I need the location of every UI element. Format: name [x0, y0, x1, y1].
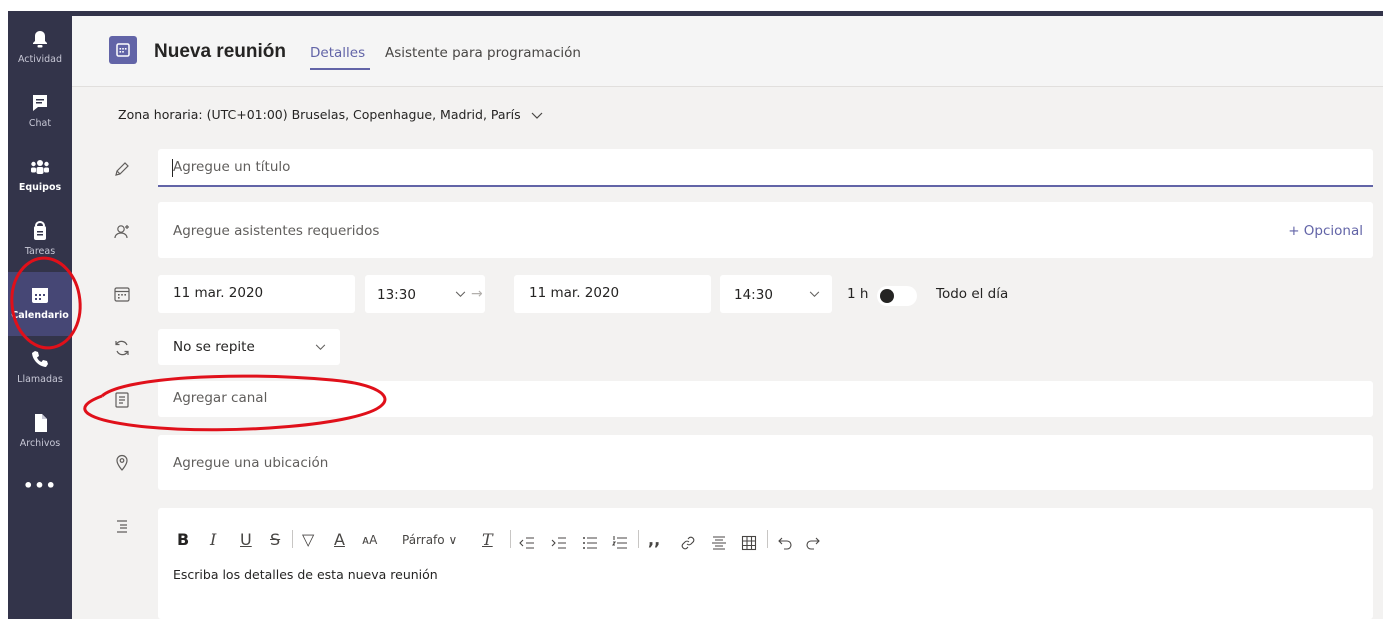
toolbar-divider — [292, 530, 293, 548]
more-apps-button[interactable]: ••• — [8, 476, 72, 495]
title-placeholder: Agregue un título — [173, 159, 291, 175]
start-time-select[interactable]: 13:30 — [365, 275, 485, 313]
chevron-down-icon — [455, 291, 466, 297]
font-size-button[interactable]: ᴀA — [362, 529, 377, 551]
channel-input[interactable]: Agregar canal — [158, 381, 1373, 417]
underline-button[interactable]: U — [240, 529, 252, 551]
chevron-down-icon — [809, 291, 820, 297]
attendees-input[interactable]: Agregue asistentes requeridos + Opcional — [158, 202, 1373, 258]
location-placeholder: Agregue una ubicación — [173, 455, 329, 471]
tasks-icon — [34, 220, 46, 240]
channel-placeholder: Agregar canal — [173, 390, 268, 406]
tab-scheduling-assistant[interactable]: Asistente para programación — [385, 45, 581, 61]
link-icon[interactable] — [680, 532, 696, 554]
rail-label-chat: Chat — [28, 118, 52, 129]
quote-button[interactable]: ,, — [648, 529, 660, 551]
toolbar-divider — [510, 530, 511, 548]
start-date-value: 11 mar. 2020 — [173, 285, 264, 301]
rail-label-calendar: Calendario — [11, 310, 69, 321]
timezone-label: Zona horaria: (UTC+01:00) Bruselas, Cope… — [118, 107, 521, 122]
location-input[interactable]: Agregue una ubicación — [158, 435, 1373, 490]
rail-label-teams: Equipos — [18, 182, 62, 193]
end-time-value: 14:30 — [734, 287, 773, 303]
rail-item-chat[interactable]: Chat — [8, 80, 72, 144]
calendar-icon — [32, 288, 48, 303]
toolbar-divider — [638, 530, 639, 548]
numbered-list-icon[interactable] — [612, 532, 628, 554]
rail-label-activity: Actividad — [17, 54, 63, 65]
repeat-value: No se repite — [173, 339, 255, 355]
file-icon — [35, 414, 47, 432]
rail-item-calls[interactable]: Llamadas — [8, 336, 72, 400]
repeat-icon — [115, 340, 129, 356]
rail-label-tasks: Tareas — [24, 246, 56, 257]
chat-icon — [33, 95, 47, 111]
meeting-form: Nueva reunión Detalles Asistente para pr… — [72, 16, 1383, 619]
calendar-icon — [114, 287, 130, 302]
paragraph-label: Párrafo — [402, 533, 445, 547]
header-divider — [72, 86, 1383, 87]
timezone-selector[interactable]: Zona horaria: (UTC+01:00) Bruselas, Cope… — [118, 107, 543, 122]
rail-item-calendar[interactable]: Calendario — [8, 272, 72, 336]
end-date-value: 11 mar. 2020 — [529, 285, 620, 301]
window-top-edge — [0, 0, 1383, 16]
attendees-placeholder: Agregue asistentes requeridos — [173, 223, 380, 239]
title-input[interactable]: Agregue un título — [158, 149, 1373, 187]
clear-format-button[interactable]: T — [482, 529, 493, 551]
rail-label-calls: Llamadas — [17, 374, 63, 385]
toolbar-divider — [767, 530, 768, 548]
paragraph-select[interactable]: Párrafo ∨ — [402, 529, 457, 551]
teams-icon — [31, 160, 49, 174]
app-rail: Actividad Chat Equipos Tareas Calendario… — [8, 16, 72, 619]
rail-label-files: Archivos — [19, 438, 61, 449]
end-time-select[interactable]: 14:30 — [720, 275, 832, 313]
rail-item-activity[interactable]: Actividad — [8, 16, 72, 80]
phone-icon — [32, 351, 48, 367]
details-editor[interactable] — [158, 508, 1373, 619]
bullet-list-icon[interactable] — [582, 532, 598, 554]
start-time-value: 13:30 — [377, 287, 416, 303]
channel-icon — [115, 392, 129, 408]
page-title: Nueva reunión — [154, 41, 286, 62]
strikethrough-button[interactable]: S — [270, 529, 280, 551]
font-color-button[interactable]: A — [334, 529, 345, 551]
chevron-down-icon — [531, 112, 543, 119]
indent-icon[interactable] — [551, 532, 567, 554]
details-placeholder: Escriba los detalles de esta nueva reuni… — [173, 567, 438, 582]
redo-icon[interactable] — [805, 532, 821, 554]
meeting-header: Nueva reunión Detalles Asistente para pr… — [72, 16, 1383, 86]
bold-button[interactable]: B — [177, 529, 189, 551]
tab-details[interactable]: Detalles — [310, 45, 365, 61]
outdent-icon[interactable] — [519, 532, 535, 554]
highlight-icon[interactable]: ▽ — [302, 529, 314, 551]
undo-icon[interactable] — [777, 532, 793, 554]
all-day-toggle[interactable] — [877, 286, 917, 306]
location-pin-icon — [116, 454, 128, 471]
add-person-icon — [114, 225, 129, 239]
rail-item-files[interactable]: Archivos — [8, 400, 72, 464]
start-date-picker[interactable]: 11 mar. 2020 — [158, 275, 355, 313]
end-date-picker[interactable]: 11 mar. 2020 — [514, 275, 711, 313]
chevron-down-icon — [315, 344, 326, 350]
bell-icon — [33, 31, 47, 48]
rail-item-tasks[interactable]: Tareas — [8, 208, 72, 272]
duration-label: 1 h — [847, 286, 869, 302]
optional-attendees-link[interactable]: + Opcional — [1288, 223, 1363, 239]
horizontal-rule-icon[interactable] — [711, 532, 727, 554]
arrow-right-icon: → — [471, 286, 483, 302]
pencil-icon — [115, 162, 129, 176]
all-day-label: Todo el día — [936, 286, 1009, 302]
list-details-icon — [117, 520, 127, 533]
active-tab-indicator — [310, 68, 370, 70]
rail-item-teams[interactable]: Equipos — [8, 144, 72, 208]
italic-button[interactable]: I — [210, 529, 216, 551]
table-icon[interactable] — [741, 532, 757, 554]
repeat-select[interactable]: No se repite — [158, 329, 340, 365]
calendar-app-icon — [109, 36, 137, 64]
